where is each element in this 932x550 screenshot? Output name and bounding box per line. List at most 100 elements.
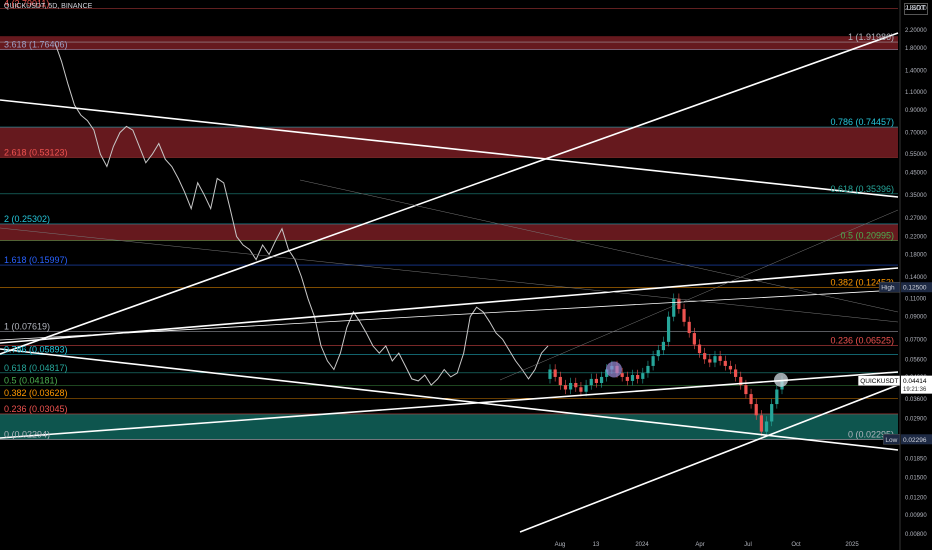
candle-body-16: [630, 375, 635, 381]
candle-body-44: [775, 389, 779, 405]
candle-body-24: [672, 298, 676, 317]
candle-body-35: [728, 365, 733, 370]
candle-body-40: [754, 404, 758, 416]
currency-button[interactable]: USDT: [904, 3, 928, 15]
price-tick-15: 0.09000: [905, 315, 927, 321]
time-tick-6: 2025: [845, 542, 859, 548]
price-tick-14: 0.11000: [905, 297, 927, 303]
candle-body-10: [599, 376, 604, 383]
chart-background: [0, 0, 932, 550]
candle-body-1: [553, 369, 557, 377]
price-tick-8: 0.45000: [905, 170, 927, 176]
candle-body-19: [646, 365, 650, 374]
candle-body-9: [594, 378, 598, 383]
candle-body-33: [718, 356, 722, 361]
price-tick-22: 0.01850: [905, 457, 927, 463]
fib-left-label-4: 1.618 (0.15997): [4, 255, 68, 265]
candle-body-30: [703, 353, 707, 360]
candle-body-23: [666, 316, 671, 342]
fib-right-label-3: 0.5 (0.20995): [840, 231, 894, 241]
symbol-title[interactable]: QUICKUSDT, 5D, BINANCE: [4, 3, 92, 10]
candle-body-38: [744, 385, 748, 395]
fib-zone-0: [0, 36, 898, 50]
price-tick-25: 0.00990: [905, 513, 927, 519]
price-tick-9: 0.35000: [905, 193, 927, 199]
candle-body-36: [734, 369, 738, 377]
price-badge-label-0: QUICKUSDT: [860, 378, 898, 385]
fib-right-label-2: 0.618 (0.35396): [830, 184, 894, 194]
price-tick-4: 1.10000: [905, 90, 927, 96]
candle-body-5: [574, 382, 578, 388]
fib-left-label-7: 0.618 (0.04817): [4, 363, 68, 373]
fib-left-label-11: 0 (0.02294): [4, 429, 50, 439]
fib-left-label-1: 3.618 (1.76406): [4, 40, 68, 50]
price-badge-countdown-0: 19:21:36: [903, 387, 927, 393]
price-axis[interactable]: 2.800002.200001.800001.400001.100000.900…: [899, 0, 932, 550]
candle-body-41: [759, 415, 763, 432]
price-chart[interactable]: 4 (2.79011)3.618 (1.76406)2.618 (0.53123…: [0, 0, 932, 550]
candle-body-43: [770, 404, 774, 422]
price-tick-17: 0.05600: [905, 357, 927, 363]
price-badge-2: Low 0.02296: [883, 434, 932, 445]
candle-body-4: [569, 382, 573, 390]
candle-body-8: [589, 378, 593, 386]
time-tick-0: Aug: [555, 542, 566, 548]
fib-zone-1: [0, 127, 898, 158]
fib-left-label-9: 0.382 (0.03628): [4, 388, 68, 398]
price-tick-13: 0.14000: [905, 275, 927, 281]
price-tick-1: 2.20000: [905, 28, 927, 34]
candle-body-14: [620, 373, 624, 377]
price-badge-label-1: High: [881, 285, 895, 292]
price-tick-16: 0.07000: [905, 337, 927, 343]
candle-body-17: [636, 375, 640, 379]
candle-body-18: [641, 373, 645, 379]
price-badge-value-0: 0.04414: [903, 378, 927, 385]
candle-body-31: [708, 359, 712, 363]
candle-body-7: [584, 385, 588, 392]
price-tick-6: 0.70000: [905, 131, 927, 137]
fib-right-label-0: 1 (1.91986): [848, 32, 894, 42]
fib-left-label-8: 0.5 (0.04181): [4, 376, 58, 386]
price-tick-19: 0.03600: [905, 397, 927, 403]
candle-body-20: [651, 356, 655, 366]
candle-body-2: [558, 376, 562, 386]
time-tick-3: Apr: [695, 542, 704, 548]
price-tick-3: 1.40000: [905, 68, 927, 74]
fib-left-label-10: 0.236 (0.03045): [4, 404, 68, 414]
fib-zone-2: [0, 223, 898, 241]
time-tick-2: 2024: [635, 542, 649, 548]
time-tick-4: Jul: [744, 542, 752, 548]
fib-left-label-6: 0.786 (0.05893): [4, 345, 68, 355]
time-tick-5: Oct: [791, 542, 801, 548]
fib-right-label-5: 0.236 (0.06525): [830, 336, 894, 346]
fib-left-label-3: 2 (0.25302): [4, 214, 50, 224]
price-tick-12: 0.18000: [905, 252, 927, 258]
price-tick-20: 0.02900: [905, 416, 927, 422]
price-badge-label-2: Low: [885, 437, 897, 444]
candle-body-22: [661, 341, 666, 351]
candle-body-15: [625, 376, 629, 381]
price-tick-10: 0.27000: [905, 216, 927, 222]
price-tick-26: 0.00800: [905, 532, 927, 538]
fib-left-label-2: 2.618 (0.53123): [4, 147, 68, 157]
price-tick-23: 0.01500: [905, 476, 927, 482]
price-tick-7: 0.55000: [905, 152, 927, 158]
price-tick-24: 0.01200: [905, 496, 927, 502]
price-badge-value-1: 0.12500: [903, 285, 927, 292]
candle-body-0: [548, 369, 552, 379]
candle-body-28: [692, 333, 696, 345]
candle-body-26: [682, 309, 686, 322]
price-badge-1: High 0.12500: [878, 281, 932, 293]
candle-body-27: [687, 321, 691, 334]
price-badge-value-2: 0.02296: [903, 437, 927, 444]
candle-body-21: [656, 350, 660, 357]
price-tick-2: 1.80000: [905, 46, 927, 52]
candle-body-42: [764, 421, 769, 432]
candle-body-3: [563, 385, 568, 390]
marker-circle-purple: [606, 361, 622, 378]
fib-left-label-5: 1 (0.07619): [4, 322, 50, 332]
candle-body-29: [697, 344, 702, 354]
price-tick-11: 0.22000: [905, 234, 927, 240]
candle-body-34: [723, 360, 727, 366]
time-tick-1: 13: [593, 542, 600, 548]
